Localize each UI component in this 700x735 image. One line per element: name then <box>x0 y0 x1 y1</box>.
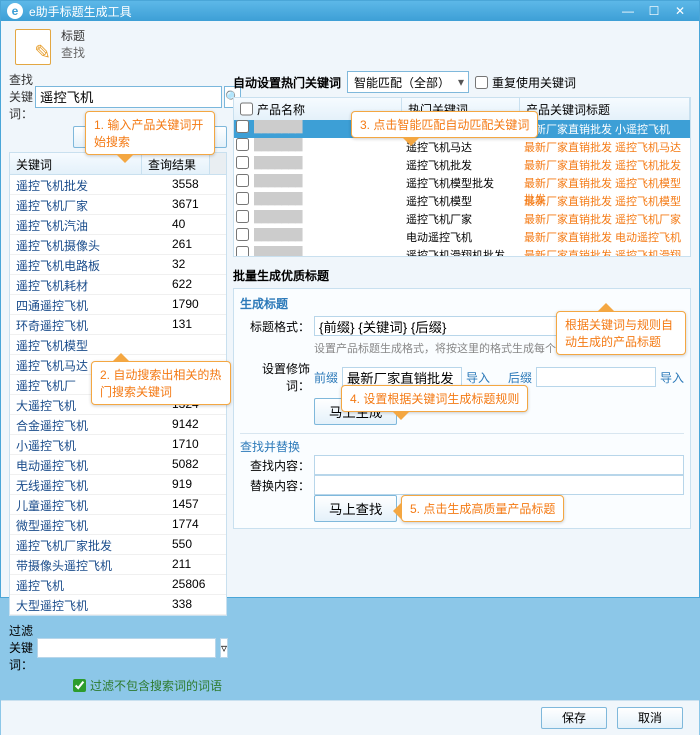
gen-title: 生成标题 <box>240 295 684 312</box>
search-label: 查找关键词： <box>9 71 33 122</box>
titlebar: e e助手标题生成工具 — ☐ ✕ <box>1 1 699 21</box>
find-input[interactable] <box>314 455 684 475</box>
table-row[interactable]: ███████电动遥控飞机最新厂家直销批发 电动遥控飞机 <box>234 228 690 246</box>
auto-set-label: 自动设置热门关键词 <box>233 74 341 91</box>
suffix-input[interactable] <box>536 367 656 387</box>
table-row[interactable]: 遥控飞机电路板32 <box>10 255 226 275</box>
table-row[interactable]: 环奇遥控飞机131 <box>10 315 226 335</box>
table-row[interactable]: ███████遥控飞机厂家最新厂家直销批发 遥控飞机厂家 <box>234 210 690 228</box>
table-row[interactable]: 电动遥控飞机5082 <box>10 455 226 475</box>
table-row[interactable]: ███████遥控飞机滑翔机批发最新厂家直销批发 遥控飞机滑翔 <box>234 246 690 256</box>
table-row[interactable]: 遥控飞机耗材622 <box>10 275 226 295</box>
doc-icon <box>13 27 53 67</box>
header-text: 标题 查找 <box>61 27 85 61</box>
find-replace-title: 查找并替换 <box>240 438 684 455</box>
window-title: e助手标题生成工具 <box>29 3 615 20</box>
prod-col-title[interactable]: 产品关键词标题 <box>520 98 690 120</box>
table-row[interactable]: ███████遥控飞机批发最新厂家直销批发 遥控飞机批发 <box>234 156 690 174</box>
close-button[interactable]: ✕ <box>667 1 693 21</box>
table-row[interactable]: 遥控飞机汽油40 <box>10 215 226 235</box>
callout-3: 3. 点击智能匹配自动匹配关键词 <box>351 111 538 138</box>
table-row[interactable]: 小遥控飞机1710 <box>10 435 226 455</box>
callout-1: 1. 输入产品关键词开始搜索 <box>85 111 215 155</box>
replace-input[interactable] <box>314 475 684 495</box>
prefix-input[interactable] <box>342 367 462 387</box>
header: 标题 查找 <box>1 21 699 71</box>
filter-icon[interactable]: ▿ <box>220 638 228 658</box>
format-label: 标题格式： <box>240 318 310 335</box>
table-row[interactable]: 合金遥控飞机9142 <box>10 415 226 435</box>
filter-label: 过滤关键词： <box>9 622 33 673</box>
table-row[interactable]: 微型遥控飞机1774 <box>10 515 226 535</box>
import-suffix[interactable]: 导入 <box>660 369 684 386</box>
table-row[interactable]: 遥控飞机批发3558 <box>10 175 226 195</box>
smart-match-combo[interactable]: 智能匹配（全部） <box>347 71 469 93</box>
app-icon: e <box>7 3 23 19</box>
scrollbar[interactable] <box>210 153 226 174</box>
callout-6: 根据关键词与规则自动生成的产品标题 <box>556 311 686 355</box>
suffix-link[interactable]: 后缀 <box>508 369 532 386</box>
table-row[interactable]: 四通遥控飞机1790 <box>10 295 226 315</box>
cancel-button[interactable]: 取消 <box>617 707 683 729</box>
callout-2: 2. 自动搜索出相关的热门搜索关键词 <box>91 361 231 405</box>
prefix-link[interactable]: 前缀 <box>314 369 338 386</box>
table-row[interactable]: 无线遥控飞机919 <box>10 475 226 495</box>
table-row[interactable]: ███████遥控飞机模型最新厂家直销批发 遥控飞机模型 <box>234 192 690 210</box>
kw-col-result[interactable]: 查询结果 <box>142 153 210 174</box>
table-row[interactable]: 遥控飞机摄像头261 <box>10 235 226 255</box>
right-panel: 自动设置热门关键词 智能匹配（全部） 重复使用关键词 产品名称 热门关键词 产品… <box>233 71 691 694</box>
table-row[interactable]: ███████遥控飞机模型批发最新厂家直销批发 遥控飞机模型批发 <box>234 174 690 192</box>
footer: 保存 取消 <box>1 700 699 735</box>
select-all-checkbox[interactable] <box>240 101 253 117</box>
modifier-label: 设置修饰词： <box>240 360 310 394</box>
table-row[interactable]: ███████遥控飞机马达最新厂家直销批发 遥控飞机马达 <box>234 138 690 156</box>
filter-checkbox[interactable]: 过滤不包含搜索词的词语 <box>9 677 227 694</box>
table-row[interactable]: 大型遥控飞机338 <box>10 595 226 615</box>
save-button[interactable]: 保存 <box>541 707 607 729</box>
callout-4: 4. 设置根据关键词生成标题规则 <box>341 385 528 412</box>
table-row[interactable]: 带摄像头遥控飞机211 <box>10 555 226 575</box>
search-input[interactable] <box>35 86 222 108</box>
import-prefix[interactable]: 导入 <box>466 369 490 386</box>
table-row[interactable]: 遥控飞机25806 <box>10 575 226 595</box>
maximize-button[interactable]: ☐ <box>641 1 667 21</box>
minimize-button[interactable]: — <box>615 1 641 21</box>
repeat-checkbox[interactable]: 重复使用关键词 <box>475 74 576 91</box>
batch-header: 批量生成优质标题 <box>233 267 691 284</box>
callout-5: 5. 点击生成高质量产品标题 <box>401 495 564 522</box>
table-row[interactable]: 遥控飞机厂家批发550 <box>10 535 226 555</box>
table-row[interactable]: 遥控飞机厂家3671 <box>10 195 226 215</box>
filter-input[interactable] <box>37 638 216 658</box>
main-window: e e助手标题生成工具 — ☐ ✕ 标题 查找 1. 输入产品关键词开始搜索 3… <box>0 0 700 598</box>
table-row[interactable]: 儿童遥控飞机1457 <box>10 495 226 515</box>
